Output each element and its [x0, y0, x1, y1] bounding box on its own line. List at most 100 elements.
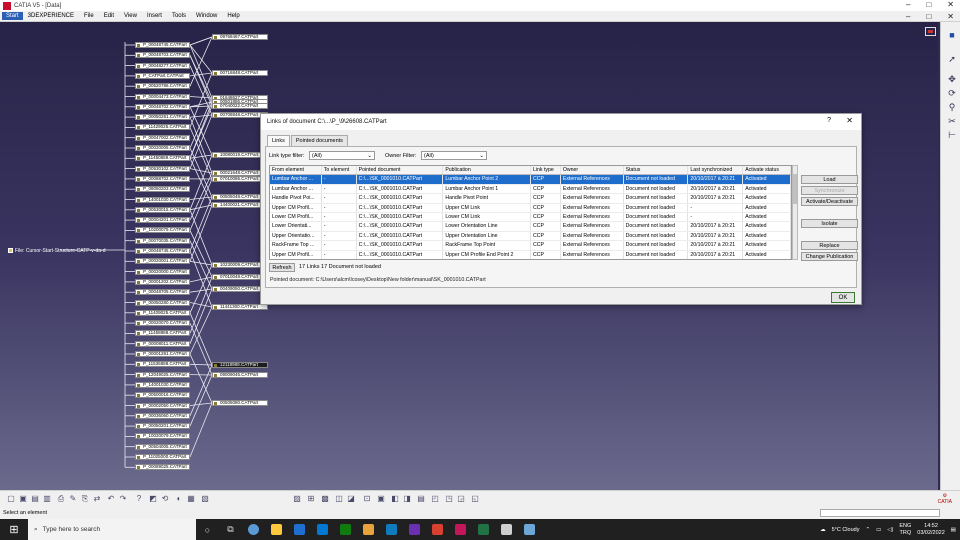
cut-icon[interactable]: ✎ [68, 494, 78, 504]
menu-insert[interactable]: Insert [142, 13, 167, 19]
dialog-close-button[interactable]: ✕ [846, 116, 853, 125]
tree-node[interactable]: P_00048277.CATPart [135, 62, 190, 69]
tree-root-node[interactable]: File: Cursor-Start-Structure-CATP-v-da-d [8, 247, 105, 254]
tree-node[interactable]: P_00530102.CATPart [135, 165, 190, 172]
fit-all-icon[interactable]: ⟲ [160, 494, 170, 504]
tree-node[interactable]: P_00048745.CATPart [135, 248, 190, 254]
doc-minimize-button[interactable]: – [906, 12, 910, 21]
tree-node[interactable]: P_00020000.CATPart [135, 268, 190, 275]
tree-node[interactable]: P_00001202.CATPart [135, 278, 190, 285]
catia-icon[interactable] [518, 519, 541, 540]
tree-node[interactable]: P_14001030.CATPart [135, 381, 190, 388]
tree-node[interactable]: P_00036060.CATPart [135, 412, 190, 419]
menu-file[interactable]: File [79, 13, 99, 19]
replace-button[interactable]: Replace [801, 241, 858, 250]
table-row[interactable]: Handle Pivot Poi... - C:\...\SK_0001010.CA… [270, 194, 791, 204]
refresh-button[interactable]: Refresh [269, 263, 295, 272]
multi-view-icon[interactable]: ▩ [320, 494, 330, 504]
rotate-icon[interactable]: ⟳ [947, 88, 957, 98]
table-row[interactable]: Lower Orientati... - C:\...\SK_0001010.CAT… [270, 222, 791, 232]
tree-node[interactable]: P_CATPart.CATPart [135, 72, 190, 79]
tree-node[interactable]: P_00008011.CATPart [135, 340, 190, 347]
notification-icon[interactable]: ▤ [951, 527, 956, 533]
column-header-status[interactable]: Status [624, 166, 689, 175]
tab-pointed-documents[interactable]: Pointed documents [290, 135, 348, 146]
tree-node[interactable]: 07040022.CATPart [212, 103, 268, 109]
menu-view[interactable]: View [119, 13, 142, 19]
column-header-from-element[interactable]: From element [270, 166, 322, 175]
steam-icon[interactable] [495, 519, 518, 540]
menu-start[interactable]: Start [2, 12, 23, 20]
chrome-icon[interactable] [242, 519, 265, 540]
synchronize-button[interactable]: Synchronize [801, 186, 858, 195]
swap-icon[interactable]: ⊡ [362, 494, 372, 504]
change-publication-button[interactable]: Change Publication [801, 252, 858, 261]
clock[interactable]: 14:52 03/02/2022 [917, 523, 945, 537]
zoom-in-icon[interactable]: ▧ [200, 494, 210, 504]
quick-view-icon[interactable]: ◫ [334, 494, 344, 504]
pan-icon[interactable]: ◐ [174, 494, 184, 504]
help-button[interactable]: ? [827, 117, 831, 124]
tree-node[interactable]: P_00020070.CATPart [135, 320, 190, 327]
tree-node[interactable]: P_11458888.CATPart [135, 330, 190, 337]
hide-show-icon[interactable]: ◪ [346, 494, 356, 504]
column-header-owner[interactable]: Owner [561, 166, 624, 175]
menu-3dexperience[interactable]: 3DEXPERIENCE [23, 13, 79, 19]
material-icon[interactable]: ◧ [390, 494, 400, 504]
select-arrow-icon[interactable]: ➚ [947, 54, 957, 64]
table-row[interactable]: Lower CM Profil... - C:\...\SK_0001010.CAT… [270, 212, 791, 223]
menu-help[interactable]: Help [222, 13, 244, 19]
edge-browser-icon[interactable] [380, 519, 403, 540]
tree-node[interactable]: 00505080.CATPart [212, 400, 268, 406]
table-row[interactable]: Upper Orientatio... - C:\...\SK_0001010.CA… [270, 231, 791, 242]
copy-icon[interactable]: ⎘ [80, 494, 90, 504]
menu-tools[interactable]: Tools [167, 13, 191, 19]
minimize-button[interactable]: – [906, 0, 910, 9]
rotate-icon[interactable]: ▦ [186, 494, 196, 504]
tree-node[interactable]: 09768467.CATPart [212, 34, 268, 40]
load-button[interactable]: Load [801, 175, 858, 184]
tree-node[interactable]: P_00089025.CATPart [135, 464, 190, 471]
files-icon[interactable] [357, 519, 380, 540]
pdf-icon[interactable] [426, 519, 449, 540]
tree-node[interactable]: P_00048705.CATPart [135, 289, 190, 296]
tree-node[interactable]: P_00088702.CATPart [135, 175, 190, 182]
tree-node[interactable]: P_11535888.CATPart [135, 361, 190, 368]
tree-node[interactable]: P_11409025.CATPart [135, 309, 190, 316]
language-indicator[interactable]: ENG TRQ [899, 523, 911, 537]
column-header-to-element[interactable]: To element [322, 166, 357, 175]
print-preview-icon[interactable]: ⎙ [56, 494, 66, 504]
tools-icon[interactable]: ✂ [947, 116, 957, 126]
windows-start-icon[interactable]: ⊞ [0, 523, 28, 536]
tree-node[interactable]: P_00047002.CATPart [135, 134, 190, 141]
table-scrollbar[interactable] [792, 165, 798, 260]
compass-icon[interactable] [925, 27, 936, 36]
tree-node[interactable]: P_00050281.CATPart [135, 114, 190, 121]
tree-node[interactable]: P_00530015.CATPart [135, 206, 190, 213]
pan-icon[interactable]: ✥ [947, 74, 957, 84]
tree-node[interactable]: P_00004201.CATPart [135, 217, 190, 224]
explorer-icon[interactable] [265, 519, 288, 540]
whats-this-icon[interactable]: ? [134, 494, 144, 504]
edge-icon[interactable] [311, 519, 334, 540]
blue-square-icon[interactable]: ■ [947, 30, 957, 40]
column-header-activate-status[interactable]: Activate status [743, 166, 791, 175]
menu-edit[interactable]: Edit [99, 13, 119, 19]
scrollbar-thumb[interactable] [793, 174, 797, 204]
tree-node[interactable]: P_00048702.CATPart [135, 103, 190, 110]
task-view-icon[interactable]: ⧉ [219, 519, 242, 540]
normal-view-icon[interactable]: ⊞ [306, 494, 316, 504]
table-row[interactable]: Lumbar Anchor ... - C:\...\SK_0001010.CATP… [270, 184, 791, 195]
zoom-out-icon[interactable]: ▨ [292, 494, 302, 504]
taskbar-search-box[interactable]: ⌕ Type here to search [28, 519, 196, 540]
tree-node[interactable]: P_10200079.CATPart [135, 227, 190, 234]
shading-icon[interactable]: ◨ [402, 494, 412, 504]
doc-close-button[interactable]: ✕ [947, 12, 954, 21]
close-window-button[interactable]: ✕ [947, 0, 954, 9]
undo-icon[interactable]: ↶ [106, 494, 116, 504]
column-header-pointed-document[interactable]: Pointed document [357, 166, 444, 175]
onenote-icon[interactable] [449, 519, 472, 540]
tree-node[interactable]: P_00050280.CATPart [135, 299, 190, 306]
tree-node[interactable]: P_00002050.CATPart [135, 402, 190, 409]
owner-filter-select[interactable]: (All) ⌄ [421, 151, 488, 160]
